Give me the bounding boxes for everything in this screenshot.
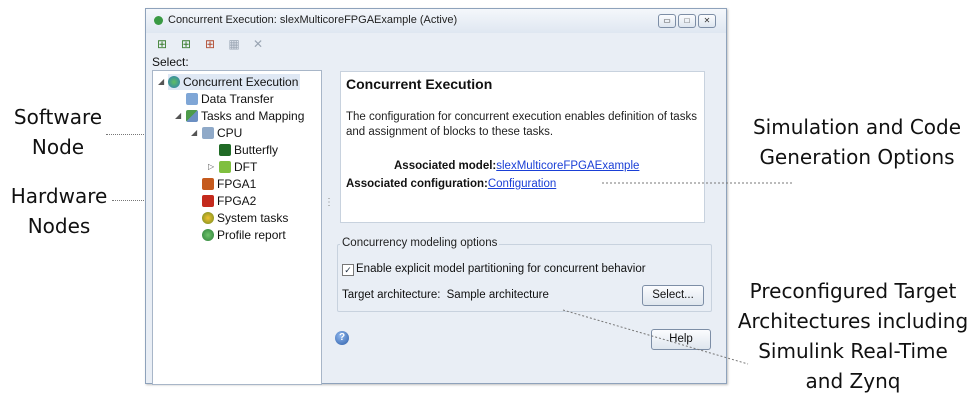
leader-lines (562, 182, 792, 365)
leader-line-preconfigured (562, 309, 749, 365)
